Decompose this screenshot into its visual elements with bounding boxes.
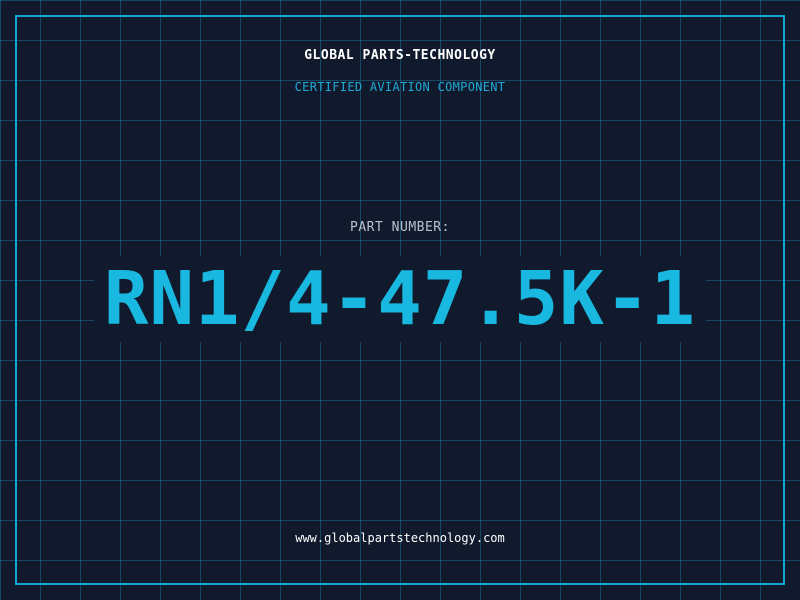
company-name: GLOBAL PARTS-TECHNOLOGY: [304, 48, 496, 63]
part-number-label: PART NUMBER:: [350, 220, 450, 235]
part-number-container: RN1/4-47.5K-1: [0, 256, 800, 342]
website-url: www.globalpartstechnology.com: [295, 531, 505, 545]
tagline: CERTIFIED AVIATION COMPONENT: [294, 80, 506, 94]
part-number-value: RN1/4-47.5K-1: [93, 256, 707, 342]
